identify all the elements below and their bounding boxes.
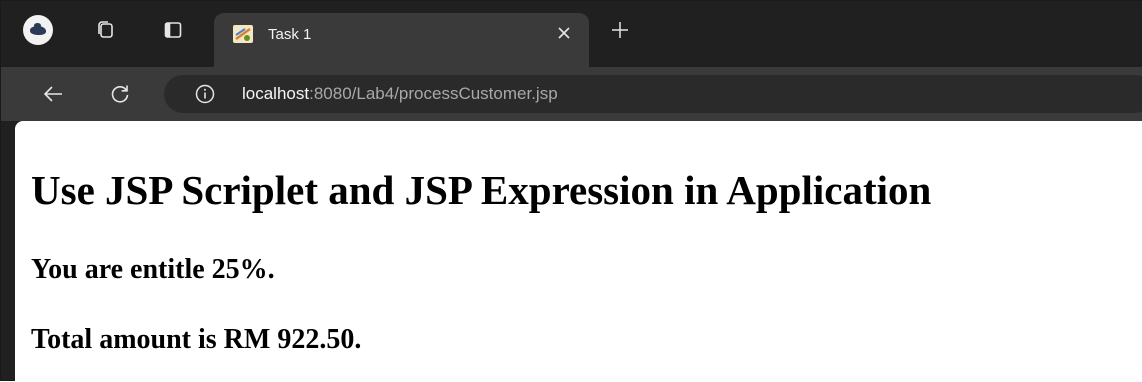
url-path: :8080/Lab4/processCustomer.jsp <box>309 84 558 103</box>
site-info-button[interactable] <box>194 83 216 105</box>
browser-window: Task 1 localhost:8080/Lab4/processCustom… <box>0 0 1142 382</box>
profile-button[interactable] <box>23 15 53 45</box>
page-heading: Use JSP Scriplet and JSP Expression in A… <box>31 167 932 213</box>
workspaces-icon <box>98 21 113 38</box>
tab-strip: Task 1 <box>1 1 1142 67</box>
address-bar[interactable]: localhost:8080/Lab4/processCustomer.jsp <box>164 75 1142 113</box>
address-toolbar: localhost:8080/Lab4/processCustomer.jsp <box>1 67 1142 121</box>
profile-avatar-icon <box>23 15 53 45</box>
close-icon <box>558 27 570 39</box>
refresh-button[interactable] <box>105 79 135 109</box>
workspaces-button[interactable] <box>91 15 121 45</box>
total-amount-message: Total amount is RM 922.50. <box>31 324 362 355</box>
jsp-cup-icon <box>233 25 253 43</box>
url-text[interactable]: localhost:8080/Lab4/processCustomer.jsp <box>242 84 558 104</box>
tab-actions-button[interactable] <box>158 15 188 45</box>
refresh-icon <box>111 85 129 103</box>
page-viewport: Use JSP Scriplet and JSP Expression in A… <box>15 121 1142 382</box>
back-arrow-icon <box>43 86 62 102</box>
tab-actions-icon <box>164 22 182 38</box>
url-host: localhost <box>242 84 310 103</box>
back-button[interactable] <box>38 79 68 109</box>
discount-message: You are entitle 25%. <box>31 254 275 285</box>
close-tab-button[interactable] <box>553 22 575 44</box>
new-tab-button[interactable] <box>605 15 635 45</box>
info-icon <box>195 84 215 104</box>
tab-title: Task 1 <box>268 26 312 43</box>
plus-icon <box>612 22 628 38</box>
tab-task-1[interactable]: Task 1 <box>214 13 589 67</box>
